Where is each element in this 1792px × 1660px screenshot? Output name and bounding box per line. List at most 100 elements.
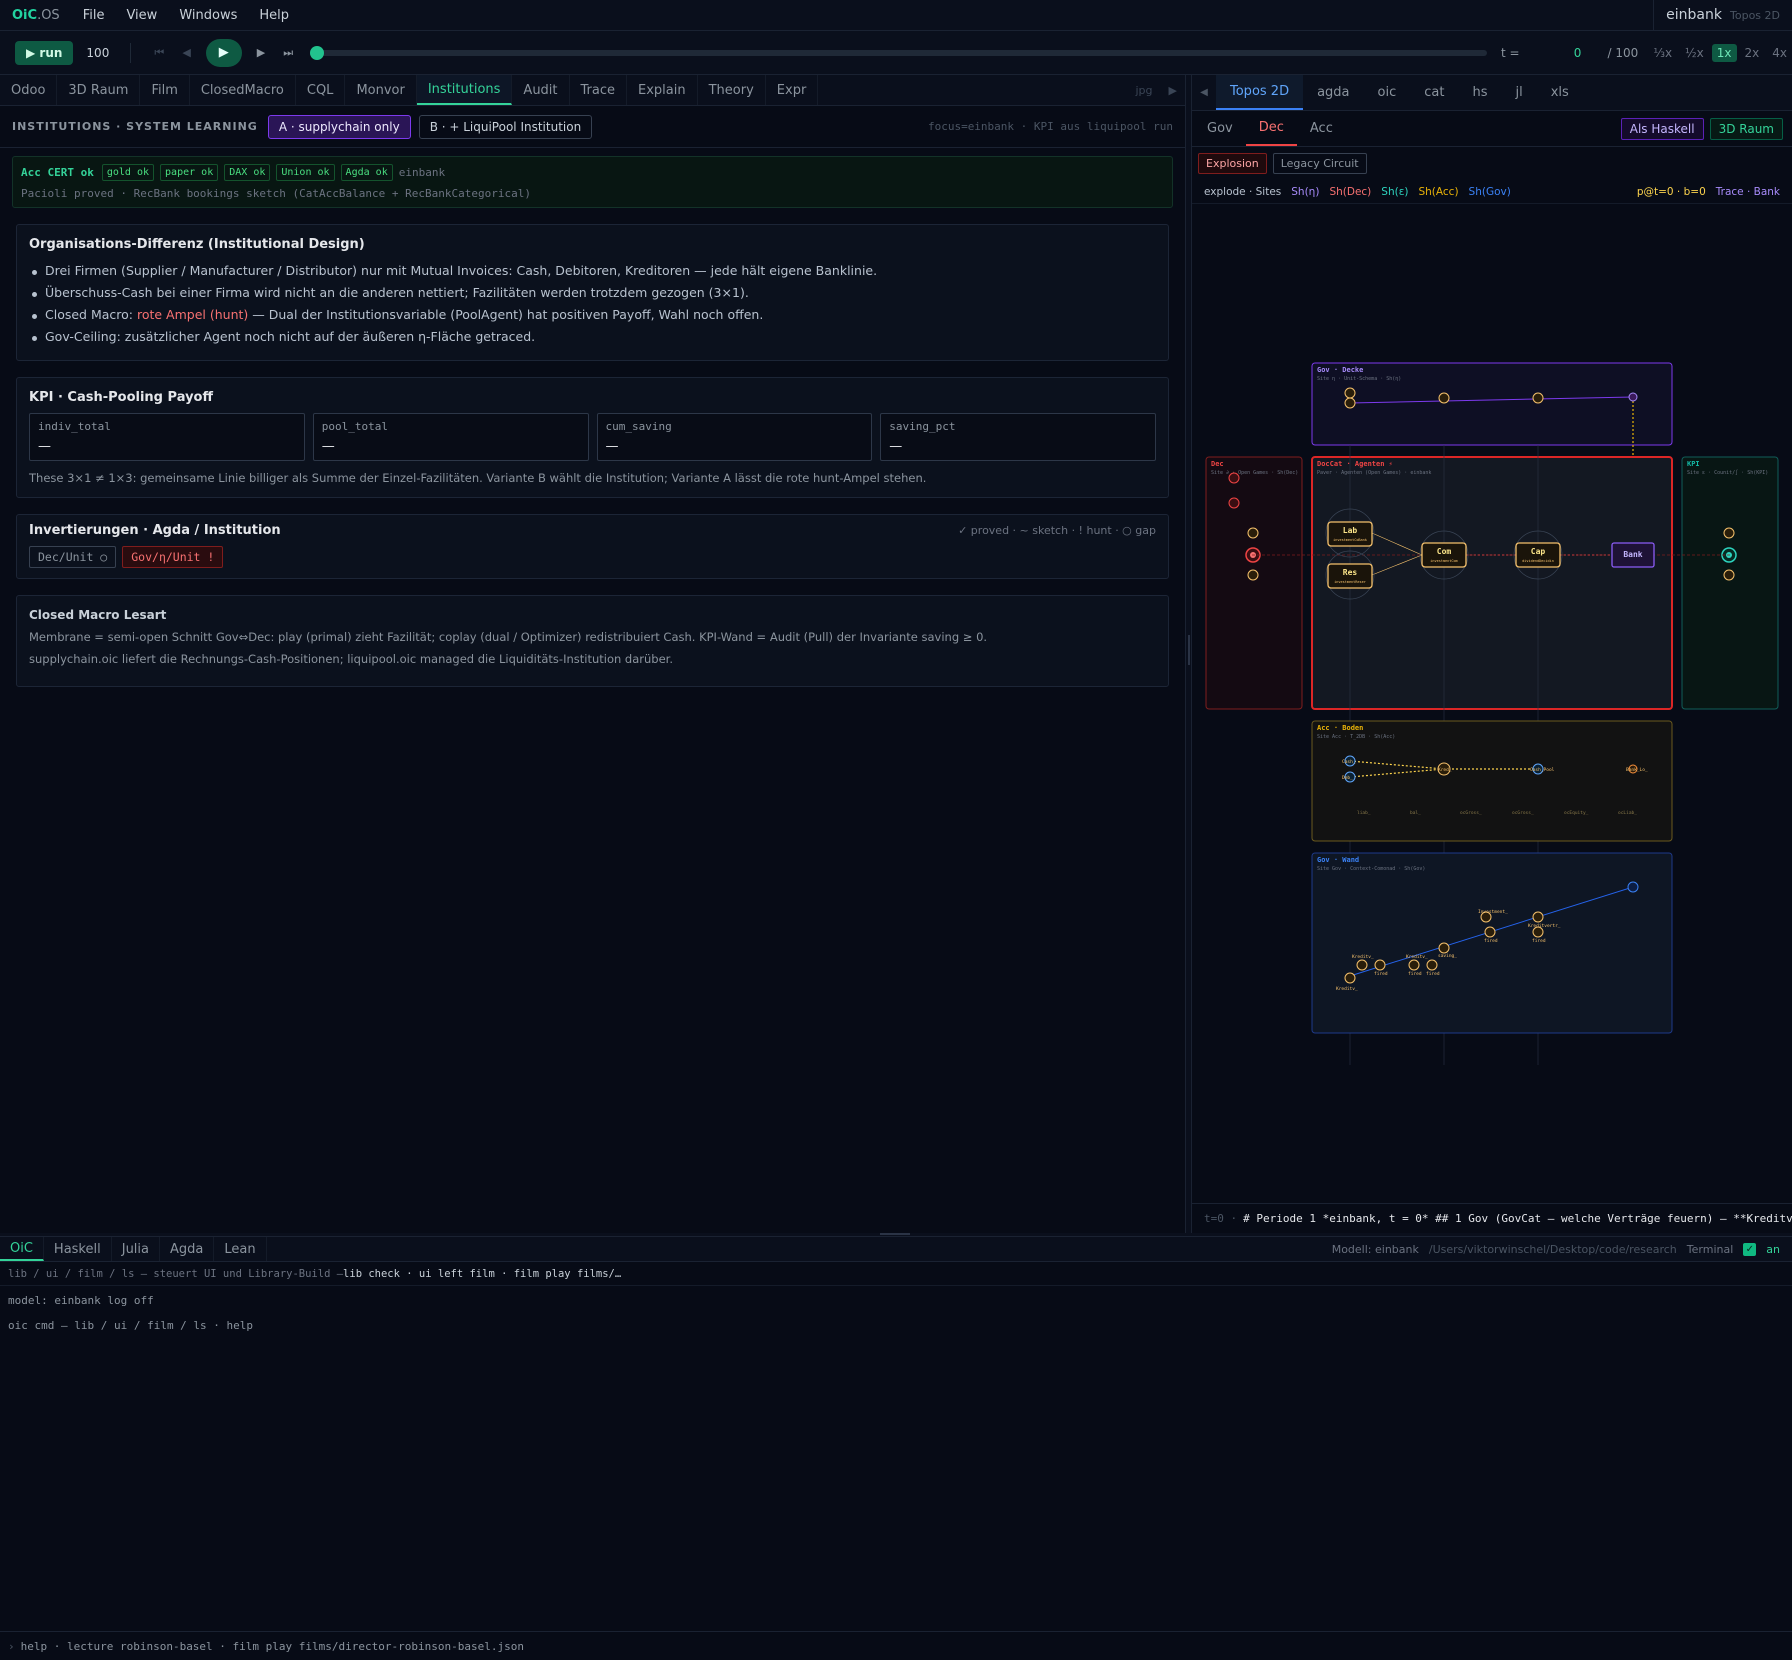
timeline-slider[interactable] <box>310 45 1487 60</box>
agent-cap[interactable]: Cap dividendDecidin <box>1515 542 1561 568</box>
speed-2x[interactable]: 2x <box>1740 44 1765 62</box>
speed-half[interactable]: ½x <box>1680 44 1709 62</box>
node[interactable] <box>1228 497 1240 509</box>
tab-hs[interactable]: hs <box>1458 75 1501 110</box>
tab-agda-console[interactable]: Agda <box>160 1237 215 1261</box>
acc-boden-site[interactable]: Acc · Boden Site Acc · T_2DB · Sh(Acc) C… <box>1311 720 1673 842</box>
tab-trace[interactable]: Trace <box>570 75 628 105</box>
variant-a-button[interactable]: A · supplychain only <box>267 114 411 139</box>
tab-expr[interactable]: Expr <box>766 75 819 105</box>
play-button[interactable]: ▶ <box>205 38 242 67</box>
node[interactable] <box>1628 392 1638 402</box>
skip-start-icon[interactable]: ⏮ <box>154 46 164 60</box>
tab-oic[interactable]: oic <box>1364 75 1411 110</box>
node[interactable] <box>1228 472 1240 484</box>
tab-lean[interactable]: Lean <box>214 1237 267 1261</box>
tab-oic-console[interactable]: OiC <box>0 1237 44 1261</box>
inversion-chip-dec-unit[interactable]: Dec/Unit ○ <box>29 546 117 568</box>
node[interactable] <box>1344 387 1356 399</box>
menu-help[interactable]: Help <box>248 8 300 23</box>
node[interactable] <box>1247 569 1259 581</box>
command-input[interactable]: help · lecture robinson-basel · film pla… <box>21 1640 524 1653</box>
layer-tab-gov[interactable]: Gov <box>1194 111 1246 146</box>
splitter-grip[interactable] <box>1188 635 1190 665</box>
topos-2d-canvas[interactable]: .bt{font-family:"DejaVu Sans Mono",monos… <box>1192 205 1792 1065</box>
3d-raum-button[interactable]: 3D Raum <box>1709 117 1783 140</box>
terminal-checkbox[interactable]: ✓ <box>1743 1242 1757 1256</box>
variant-b-button[interactable]: B · + LiquiPool Institution <box>418 114 593 139</box>
kpi-site[interactable]: KPI Site ε · Counit/∫ · Sh(KPI) <box>1681 456 1779 710</box>
node[interactable] <box>1627 881 1639 893</box>
steps-value[interactable]: 100 <box>86 46 116 60</box>
node[interactable] <box>1438 942 1450 954</box>
tab-agda[interactable]: agda <box>1303 75 1363 110</box>
agent-lab[interactable]: Lab investmentCoBank <box>1327 521 1373 547</box>
speed-1x[interactable]: 1x <box>1711 43 1737 62</box>
sheaf-eta[interactable]: Sh(η) <box>1291 186 1319 198</box>
tab-monvor[interactable]: Monvor <box>345 75 417 105</box>
tab-3d-raum[interactable]: 3D Raum <box>57 75 141 105</box>
t-value[interactable]: 0 <box>1560 46 1596 60</box>
node[interactable] <box>1438 392 1450 404</box>
tab-haskell[interactable]: Haskell <box>44 1237 112 1261</box>
tab-xls[interactable]: xls <box>1537 75 1583 110</box>
tab-audit[interactable]: Audit <box>512 75 570 105</box>
node[interactable] <box>1426 959 1438 971</box>
speed-4x[interactable]: 4x <box>1767 44 1792 62</box>
tab-film[interactable]: Film <box>140 75 190 105</box>
sheaf-epsilon[interactable]: Sh(ε) <box>1381 186 1408 198</box>
node[interactable] <box>1247 527 1259 539</box>
tab-cql[interactable]: CQL <box>296 75 346 105</box>
vertical-splitter[interactable] <box>1185 75 1192 1233</box>
command-line[interactable]: › help · lecture robinson-basel · film p… <box>0 1631 1792 1660</box>
as-haskell-button[interactable]: Als Haskell <box>1620 117 1704 140</box>
layer-tab-acc[interactable]: Acc <box>1297 111 1346 146</box>
tab-odoo[interactable]: Odoo <box>0 75 58 105</box>
gov-wand-site[interactable]: Gov · Wand Site Gov · Context-Comonad · … <box>1311 852 1673 1034</box>
menu-view[interactable]: View <box>115 8 168 23</box>
sheaf-acc[interactable]: Sh(Acc) <box>1418 186 1458 198</box>
export-jpg-button[interactable]: jpg <box>1128 84 1161 97</box>
node[interactable] <box>1532 911 1544 923</box>
node[interactable] <box>1484 926 1496 938</box>
step-forward-icon[interactable]: ▶ <box>257 46 265 59</box>
menu-windows[interactable]: Windows <box>168 8 248 23</box>
agent-com[interactable]: Com investmentCom <box>1421 542 1467 568</box>
splitter-grip[interactable] <box>880 1233 910 1235</box>
node[interactable] <box>1356 959 1368 971</box>
sheaf-dec[interactable]: Sh(Dec) <box>1329 186 1371 198</box>
timeline-knob[interactable] <box>310 45 325 60</box>
node[interactable] <box>1532 392 1544 404</box>
node[interactable] <box>1344 397 1356 409</box>
step-back-icon[interactable]: ◀ <box>182 46 190 59</box>
speed-third[interactable]: ⅓x <box>1648 44 1677 62</box>
run-button[interactable]: ▶ run <box>15 40 74 65</box>
tab-jl[interactable]: jl <box>1501 75 1536 110</box>
explosion-button[interactable]: Explosion <box>1198 153 1267 174</box>
agent-res[interactable]: Res investmentReser <box>1327 563 1373 589</box>
tab-explain[interactable]: Explain <box>627 75 698 105</box>
layer-tab-dec[interactable]: Dec <box>1245 111 1297 146</box>
trace-bank-link[interactable]: Trace · Bank <box>1716 186 1780 198</box>
node[interactable] <box>1344 972 1356 984</box>
sheaf-gov[interactable]: Sh(Gov) <box>1469 186 1511 198</box>
terminal-output[interactable]: model: einbank log off oic cmd — lib / u… <box>0 1286 1792 1351</box>
collapse-left-icon[interactable]: ◀ <box>1192 75 1216 110</box>
legacy-circuit-button[interactable]: Legacy Circuit <box>1272 153 1367 174</box>
menu-file[interactable]: File <box>72 8 116 23</box>
agent-bank[interactable]: Bank <box>1611 542 1655 568</box>
node[interactable] <box>1408 959 1420 971</box>
tab-cat[interactable]: cat <box>1410 75 1458 110</box>
skip-end-icon[interactable]: ⏭ <box>283 46 293 60</box>
inversion-chip-gov-eta-unit[interactable]: Gov/η/Unit ! <box>122 546 224 568</box>
tab-theory[interactable]: Theory <box>698 75 766 105</box>
tab-institutions[interactable]: Institutions <box>416 75 513 105</box>
tab-julia[interactable]: Julia <box>112 1237 160 1261</box>
tab-topos-2d[interactable]: Topos 2D <box>1216 75 1304 110</box>
tab-scroll-right-icon[interactable]: ▶ <box>1161 84 1185 97</box>
node[interactable] <box>1723 569 1735 581</box>
tab-closedmacro[interactable]: ClosedMacro <box>190 75 296 105</box>
node[interactable] <box>1723 527 1735 539</box>
node[interactable] <box>1374 959 1386 971</box>
dec-site[interactable]: Dec Site ∂ · Open Games · Sh(Dec) <box>1205 456 1303 710</box>
